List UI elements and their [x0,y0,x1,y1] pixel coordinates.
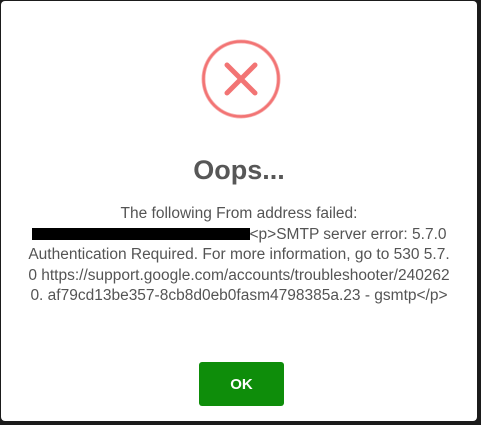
ok-button[interactable]: OK [199,362,284,406]
redacted-email [31,227,250,240]
dialog-title: Oops... [193,155,285,185]
error-message: The following From address failed: <p>SM… [27,204,451,307]
error-x-icon [201,39,281,119]
message-intro: The following From address failed: [120,205,358,222]
error-dialog: Oops... The following From address faile… [1,1,477,421]
